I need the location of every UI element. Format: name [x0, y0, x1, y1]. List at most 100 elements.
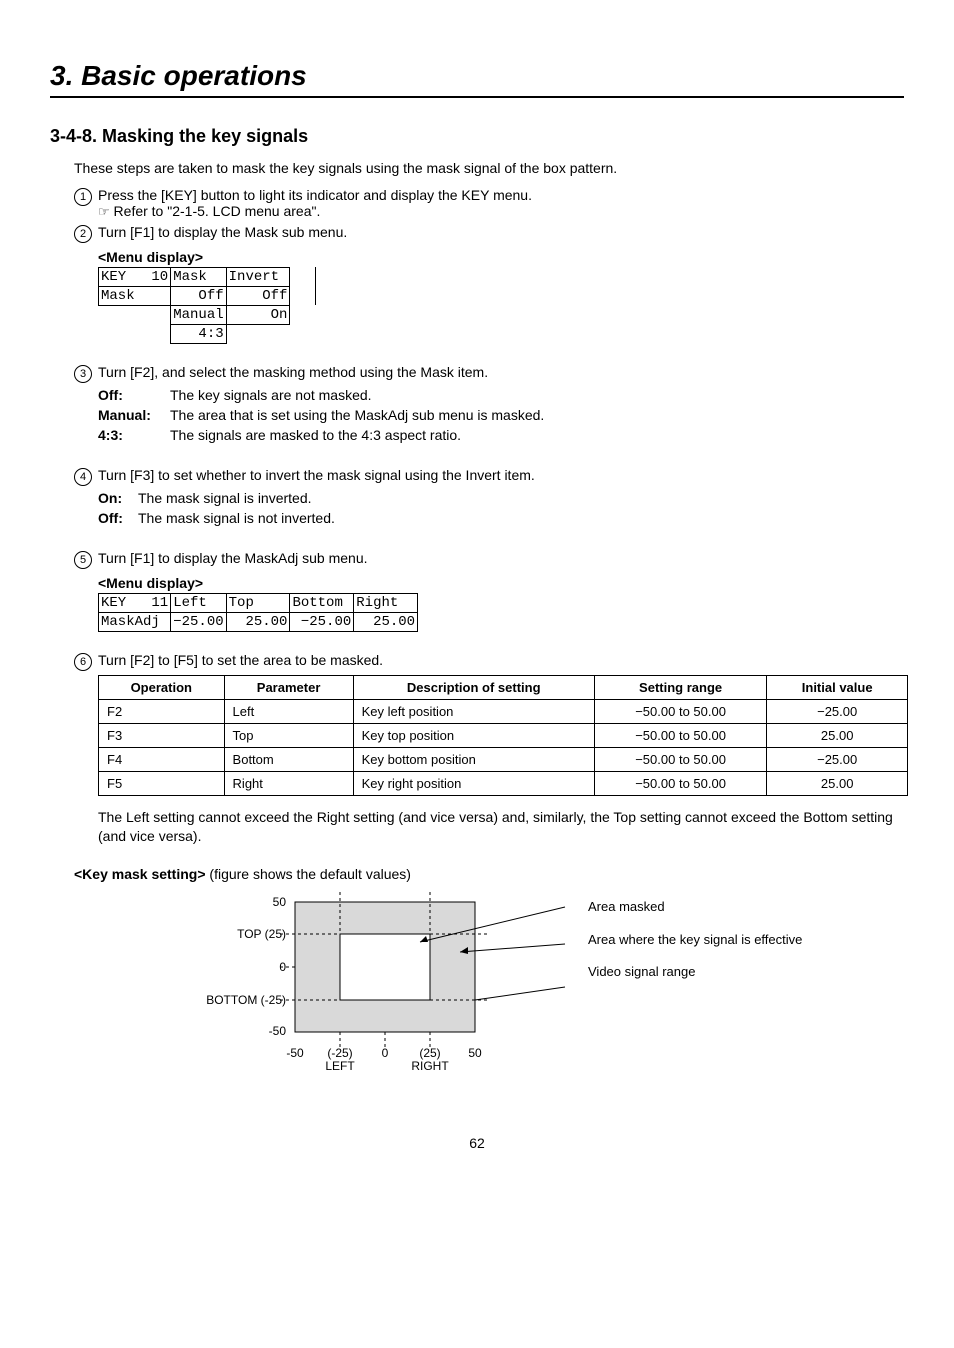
opt-off2-def: The mask signal is not inverted.	[138, 510, 904, 526]
legend-area-effective: Area where the key signal is effective	[588, 931, 802, 949]
lcd-cell	[303, 267, 316, 286]
intro-text: These steps are taken to mask the key si…	[74, 159, 904, 179]
section-title: 3-4-8. Masking the key signals	[50, 126, 904, 147]
lcd-cell: Mask	[171, 267, 226, 286]
lcd-cell	[99, 324, 171, 343]
page-number: 62	[50, 1135, 904, 1151]
step-1-ref: Refer to "2-1-5. LCD menu area".	[114, 203, 321, 219]
lcd-cell: 4:3	[171, 324, 226, 343]
cell-init: −25.00	[767, 699, 908, 723]
x-tick-m50: -50	[286, 1046, 304, 1060]
col-parameter: Parameter	[224, 675, 353, 699]
lcd-cell	[303, 324, 316, 343]
cell-desc: Key top position	[353, 723, 594, 747]
cell-param: Right	[224, 771, 353, 795]
cell-param: Bottom	[224, 747, 353, 771]
cell-desc: Key left position	[353, 699, 594, 723]
step-1-text: Press the [KEY] button to light its indi…	[98, 187, 532, 203]
figure-label-rest: (figure shows the default values)	[206, 866, 411, 882]
lcd-cell	[303, 286, 316, 305]
cell-init: −25.00	[767, 747, 908, 771]
lcd-cell: KEY 11	[99, 593, 171, 612]
mask-diagram-svg: 50 TOP (25) 0 BOTTOM (-25) -50 -50 (-25)…	[180, 892, 570, 1092]
key-mask-figure: 50 TOP (25) 0 BOTTOM (-25) -50 -50 (-25)…	[180, 892, 904, 1095]
opt-on-term: On:	[98, 490, 138, 506]
step-number-icon: 4	[74, 468, 92, 486]
step-3-text: Turn [F2], and select the masking method…	[98, 364, 904, 380]
lcd-cell: Off	[171, 286, 226, 305]
opt-off2-term: Off:	[98, 510, 138, 526]
cell-op: F4	[99, 747, 225, 771]
lcd-cell: KEY 10	[99, 267, 171, 286]
menu-display-label: <Menu display>	[98, 249, 904, 265]
lcd-cell: −25.00	[171, 612, 226, 631]
col-operation: Operation	[99, 675, 225, 699]
y-tick-0: 0	[279, 960, 286, 974]
lcd-menu-mask: KEY 10 Mask Invert Mask Off Off Manual O…	[98, 267, 316, 344]
x-label-right: RIGHT	[411, 1059, 449, 1073]
section-number: 3-4-8.	[50, 126, 97, 146]
lcd-cell: 25.00	[354, 612, 418, 631]
lcd-cell: 25.00	[226, 612, 290, 631]
step-5-text: Turn [F1] to display the MaskAdj sub men…	[98, 550, 904, 566]
lcd-cell: Manual	[171, 305, 226, 324]
cell-init: 25.00	[767, 771, 908, 795]
lcd-cell: Invert	[226, 267, 290, 286]
x-tick-left: (-25)	[327, 1046, 352, 1060]
opt-off-def: The key signals are not masked.	[170, 387, 904, 403]
cell-range: −50.00 to 50.00	[594, 699, 767, 723]
cell-op: F3	[99, 723, 225, 747]
x-tick-0: 0	[382, 1046, 389, 1060]
lcd-cell	[99, 305, 171, 324]
cell-param: Left	[224, 699, 353, 723]
y-tick-50: 50	[273, 895, 287, 909]
lcd-cell: MaskAdj	[99, 612, 171, 631]
cell-range: −50.00 to 50.00	[594, 723, 767, 747]
col-initial: Initial value	[767, 675, 908, 699]
lcd-cell	[290, 286, 303, 305]
settings-table: Operation Parameter Description of setti…	[98, 675, 908, 796]
figure-label: <Key mask setting> (figure shows the def…	[74, 865, 904, 885]
step-6-text: Turn [F2] to [F5] to set the area to be …	[98, 652, 904, 668]
mask-option-list: Off:The key signals are not masked. Manu…	[98, 387, 904, 443]
lcd-cell: Bottom	[290, 593, 354, 612]
step-number-icon: 3	[74, 365, 92, 383]
cell-op: F5	[99, 771, 225, 795]
lcd-menu-maskadj: KEY 11 Left Top Bottom Right MaskAdj −25…	[98, 593, 418, 632]
legend-area-masked: Area masked	[588, 898, 802, 916]
col-range: Setting range	[594, 675, 767, 699]
table-row: F4 Bottom Key bottom position −50.00 to …	[99, 747, 908, 771]
opt-43-def: The signals are masked to the 4:3 aspect…	[170, 427, 904, 443]
step-number-icon: 2	[74, 225, 92, 243]
step-5: 5 Turn [F1] to display the MaskAdj sub m…	[74, 550, 904, 569]
cell-op: F2	[99, 699, 225, 723]
lcd-cell: Top	[226, 593, 290, 612]
pointer-icon: ☞	[98, 204, 110, 219]
lcd-cell: Off	[226, 286, 290, 305]
step-2-text: Turn [F1] to display the Mask sub menu.	[98, 224, 904, 240]
step-6: 6 Turn [F2] to [F5] to set the area to b…	[74, 652, 904, 671]
step-number-icon: 6	[74, 653, 92, 671]
x-label-left: LEFT	[325, 1059, 355, 1073]
table-row: F3 Top Key top position −50.00 to 50.00 …	[99, 723, 908, 747]
cell-init: 25.00	[767, 723, 908, 747]
lcd-cell: Left	[171, 593, 226, 612]
chapter-title: 3. Basic operations	[50, 60, 904, 98]
step-number-icon: 1	[74, 188, 92, 206]
y-tick-top: TOP (25)	[237, 927, 286, 941]
opt-off-term: Off:	[98, 387, 170, 403]
settings-note: The Left setting cannot exceed the Right…	[98, 808, 904, 847]
x-tick-50: 50	[468, 1046, 482, 1060]
opt-manual-term: Manual:	[98, 407, 170, 423]
y-tick-m50: -50	[269, 1024, 287, 1038]
invert-option-list: On:The mask signal is inverted. Off:The …	[98, 490, 904, 526]
lcd-cell	[290, 267, 303, 286]
cell-desc: Key right position	[353, 771, 594, 795]
step-3: 3 Turn [F2], and select the masking meth…	[74, 364, 904, 383]
y-tick-bottom: BOTTOM (-25)	[206, 993, 286, 1007]
x-tick-right: (25)	[419, 1046, 440, 1060]
col-description: Description of setting	[353, 675, 594, 699]
opt-43-term: 4:3:	[98, 427, 170, 443]
section-heading: Masking the key signals	[102, 126, 308, 146]
figure-legend: Area masked Area where the key signal is…	[588, 898, 802, 1095]
